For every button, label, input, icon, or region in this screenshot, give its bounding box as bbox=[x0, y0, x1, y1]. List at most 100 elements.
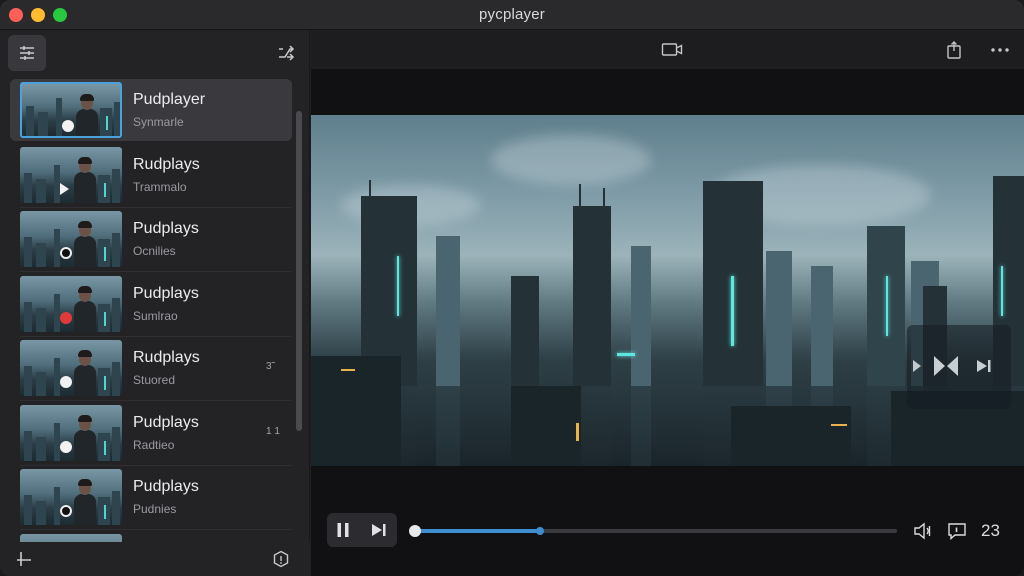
seek-bar-handle[interactable] bbox=[536, 527, 545, 535]
person-hair bbox=[78, 479, 92, 486]
video-light bbox=[617, 353, 635, 356]
person-hair bbox=[78, 415, 92, 422]
playlist-item-meta: 3̃ bbox=[266, 361, 272, 372]
thumbnail-light bbox=[104, 505, 106, 519]
volume-button[interactable] bbox=[911, 519, 935, 543]
thumbnail-tower bbox=[54, 423, 60, 461]
thumbnail-tower bbox=[112, 298, 120, 332]
playlist-divider bbox=[20, 271, 292, 272]
thumbnail-tower bbox=[24, 302, 32, 332]
video-thumbnail bbox=[20, 340, 122, 396]
video-building bbox=[511, 386, 581, 466]
cast-icon bbox=[661, 43, 683, 56]
overlay-next-button[interactable] bbox=[971, 355, 997, 377]
status-dot-icon bbox=[60, 247, 72, 259]
playlist-item-title: Pudplays bbox=[133, 285, 199, 302]
app-window: pycplayer Pudplayer Synmarle Rudplays Tr… bbox=[0, 0, 1024, 576]
playlist-item[interactable]: Rudplays Trammalo bbox=[10, 144, 292, 206]
playlist-item[interactable]: Pudplays Radtieo 1 1 bbox=[10, 402, 292, 464]
video-overlay-controls bbox=[907, 325, 1011, 409]
video-frame[interactable] bbox=[311, 115, 1024, 466]
playlist-item-subtitle: Stuored bbox=[133, 373, 176, 387]
person-body bbox=[74, 172, 96, 203]
status-dot-icon bbox=[60, 505, 72, 517]
video-light bbox=[1001, 266, 1003, 316]
info-button[interactable] bbox=[269, 547, 293, 571]
thumbnail-light bbox=[106, 116, 108, 130]
person-hair bbox=[78, 350, 92, 357]
info-icon bbox=[273, 550, 289, 568]
shuffle-button[interactable] bbox=[272, 39, 300, 67]
person-hair bbox=[78, 157, 92, 164]
filter-button[interactable] bbox=[8, 35, 46, 71]
seek-bar-progress bbox=[415, 529, 541, 533]
video-warm-light bbox=[831, 424, 847, 426]
playlist-item-title: Pudplayer bbox=[133, 91, 206, 108]
share-icon bbox=[947, 41, 961, 59]
thumbnail-tower bbox=[26, 106, 34, 136]
thumbnail-tower bbox=[114, 102, 120, 136]
subtitles-button[interactable] bbox=[945, 519, 969, 543]
thumbnail-person bbox=[74, 286, 96, 332]
playlist-scrollbar-thumb[interactable] bbox=[296, 111, 302, 431]
video-thumbnail bbox=[20, 276, 122, 332]
seek-bar-start-handle[interactable] bbox=[409, 525, 421, 537]
add-media-button[interactable] bbox=[12, 547, 36, 571]
thumbnail-person bbox=[74, 479, 96, 525]
title-bar[interactable]: pycplayer bbox=[0, 0, 1024, 30]
person-hair bbox=[78, 286, 92, 293]
playlist-item-subtitle: Trammalo bbox=[133, 180, 187, 194]
status-dot-icon bbox=[60, 376, 72, 388]
person-body bbox=[74, 494, 96, 525]
playlist-item[interactable]: Pudplays Pudnies bbox=[10, 466, 292, 528]
sidebar-toolbar bbox=[0, 31, 310, 75]
overlay-prev-button[interactable] bbox=[907, 355, 927, 377]
playlist-item[interactable]: Rudplays Stuored 3̃ bbox=[10, 337, 292, 399]
elapsed-time: 23 bbox=[981, 521, 1000, 540]
playlist-item[interactable]: Pudplays Sumlrao bbox=[10, 273, 292, 335]
window-title: pycplayer bbox=[479, 6, 545, 23]
thumbnail-person bbox=[74, 350, 96, 396]
subtitles-icon bbox=[948, 523, 966, 540]
thumbnail-light bbox=[104, 441, 106, 455]
playlist-item-subtitle: Ocnilies bbox=[133, 244, 176, 258]
bowtie-icon bbox=[934, 356, 958, 376]
playlist-item[interactable]: Pudplayer Synmarle bbox=[10, 79, 292, 141]
video-thumbnail bbox=[20, 211, 122, 267]
playlist-item-title: Rudplays bbox=[133, 156, 200, 173]
video-light bbox=[886, 276, 888, 336]
playlist-item-subtitle: Radtieo bbox=[133, 438, 175, 452]
thumbnail-person bbox=[74, 415, 96, 461]
playlist-item[interactable]: Pudplays bbox=[10, 531, 292, 542]
person-hair bbox=[78, 221, 92, 228]
playlist: Pudplayer Synmarle Rudplays Trammalo Pudplay… bbox=[10, 79, 292, 542]
overlay-play-button[interactable] bbox=[931, 355, 961, 377]
video-thumbnail bbox=[20, 405, 122, 461]
video-thumbnail bbox=[20, 469, 122, 525]
share-button[interactable] bbox=[941, 38, 967, 62]
video-cloud bbox=[491, 135, 651, 185]
playlist-item-subtitle: Pudnies bbox=[133, 502, 177, 516]
thumbnail-tower bbox=[112, 427, 120, 461]
more-options-button[interactable] bbox=[987, 38, 1013, 62]
thumbnail-person bbox=[76, 94, 98, 136]
seek-bar[interactable] bbox=[409, 525, 897, 537]
person-body bbox=[74, 301, 96, 332]
thumbnail-light bbox=[104, 183, 106, 197]
pause-button[interactable] bbox=[331, 518, 355, 542]
pause-icon bbox=[337, 523, 349, 537]
thumbnail-tower bbox=[24, 173, 32, 203]
more-icon bbox=[991, 48, 1009, 52]
cast-button[interactable] bbox=[659, 38, 685, 62]
playlist-item-subtitle: Sumlrao bbox=[133, 309, 178, 323]
volume-icon bbox=[914, 522, 931, 540]
sidebar-footer bbox=[0, 542, 310, 576]
playlist-item[interactable]: Pudplays Ocnilies bbox=[10, 208, 292, 270]
video-thumbnail bbox=[20, 534, 122, 542]
thumbnail-tower bbox=[24, 237, 32, 267]
next-button[interactable] bbox=[367, 518, 391, 542]
video-light bbox=[397, 256, 399, 316]
thumbnail-tower bbox=[54, 358, 60, 396]
video-building bbox=[731, 406, 851, 466]
video-spire bbox=[603, 188, 605, 206]
